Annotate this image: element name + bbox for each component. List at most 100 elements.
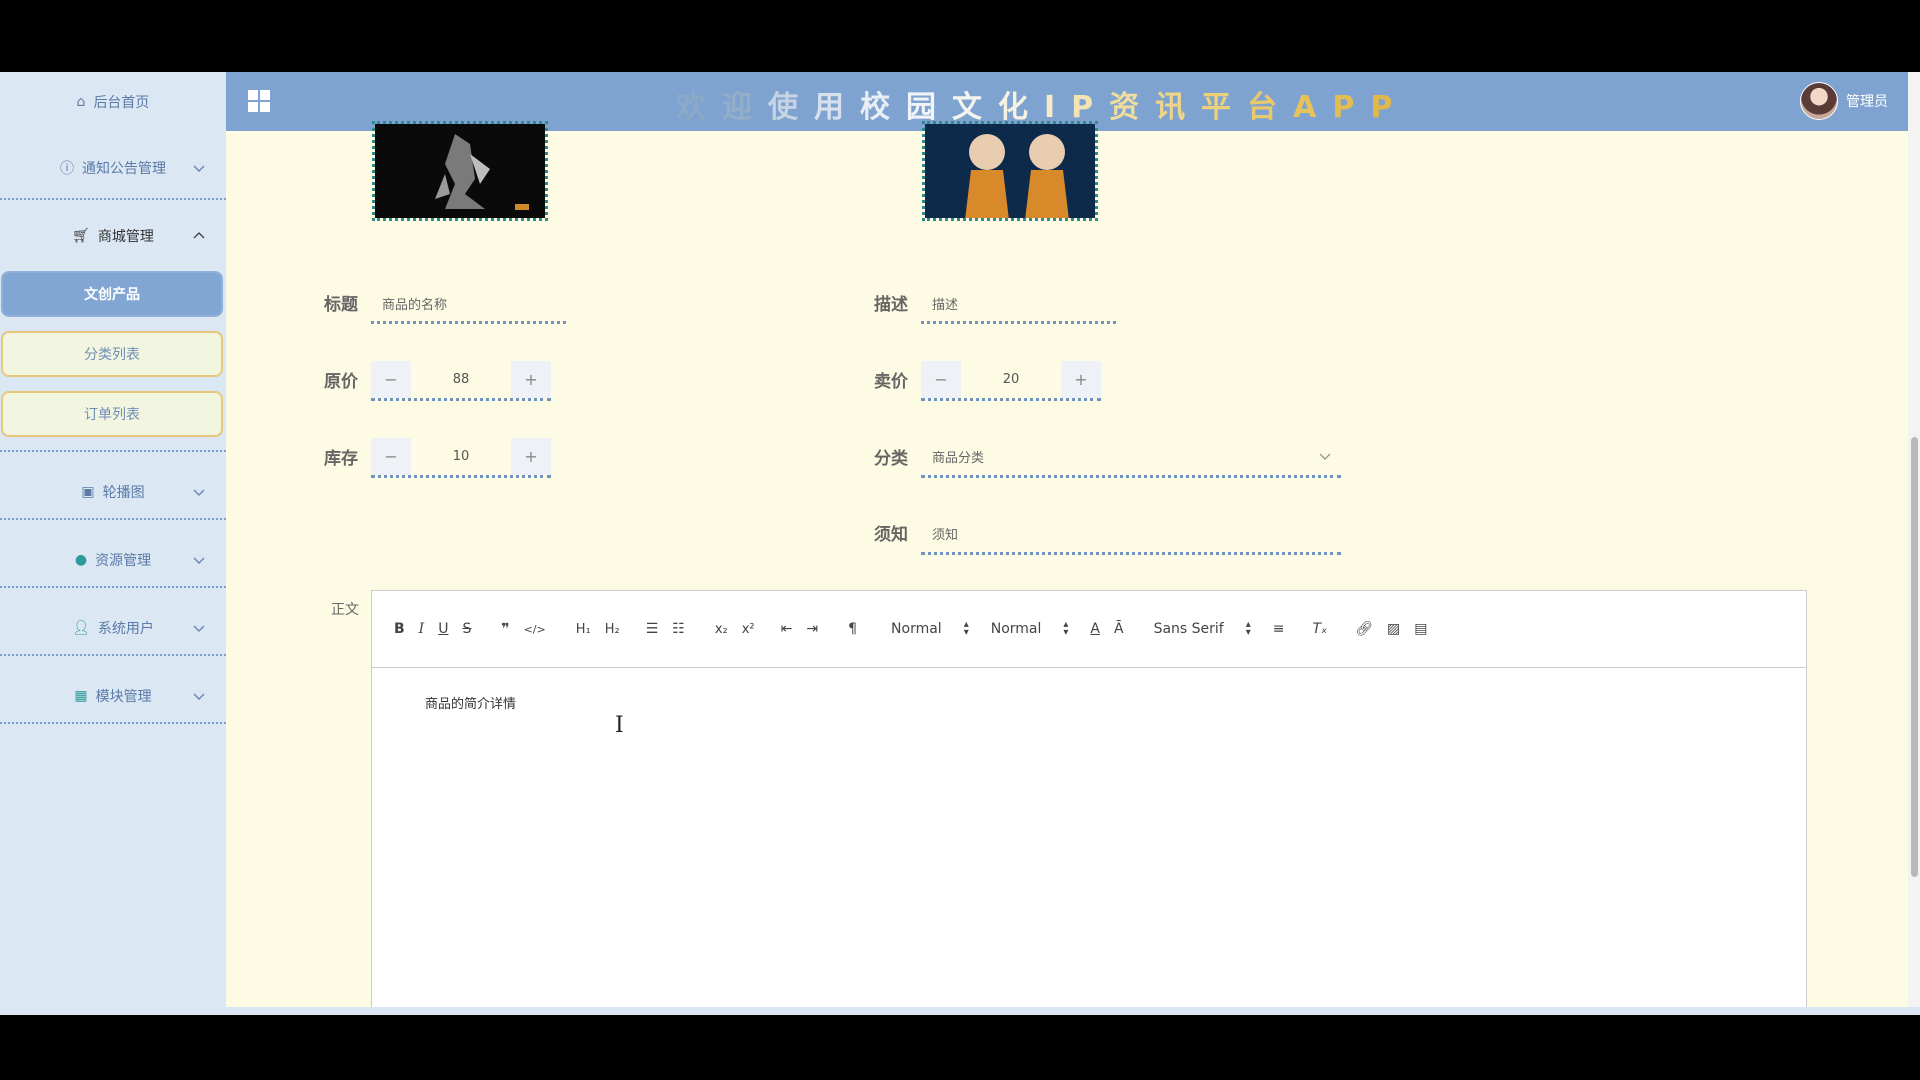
divider (0, 518, 226, 520)
avatar (1800, 82, 1838, 120)
blockquote-icon[interactable]: ❞ (501, 621, 509, 637)
product-image-upload[interactable] (372, 121, 548, 221)
title-char: P (1332, 90, 1357, 125)
size-select[interactable]: Normal ▴ ▾ (990, 620, 1069, 638)
h1-icon[interactable]: H₁ (576, 622, 591, 637)
title-char: 文 (952, 90, 984, 125)
sidebar-subitem-categories[interactable]: 分类列表 (1, 331, 223, 377)
sidebar-item-label: 商城管理 (97, 229, 154, 245)
sidebar-item-home[interactable]: ⌂ 后台首页 (0, 72, 226, 131)
title-char: 平 (1201, 90, 1234, 125)
strike-icon[interactable]: S (462, 621, 471, 637)
italic-icon[interactable]: I (419, 621, 425, 637)
stock-value[interactable]: 10 (411, 438, 511, 475)
decrement-button[interactable]: − (371, 438, 411, 475)
divider (0, 586, 226, 588)
sidebar-subitem-label: 订单列表 (84, 407, 140, 423)
link-icon[interactable]: 🔗︎ (1355, 621, 1373, 637)
figurine-image (925, 124, 1095, 218)
title-char: P (1370, 90, 1395, 125)
heading-select[interactable]: Normal ▴ ▾ (891, 620, 969, 638)
title-input[interactable]: 商品的名称 (371, 286, 566, 324)
sidebar-item-label: 轮播图 (102, 485, 145, 501)
title-char: 台 (1247, 90, 1280, 125)
sidebar-item-label: 模块管理 (95, 689, 152, 705)
sidebar-subitem-products[interactable]: 文创产品 (1, 271, 223, 317)
text-direction-icon[interactable]: ¶ (848, 621, 857, 637)
increment-button[interactable]: + (511, 361, 551, 398)
title-char: 化 (998, 90, 1030, 125)
font-color-icon[interactable]: A (1090, 621, 1100, 637)
decrement-button[interactable]: − (371, 361, 411, 398)
price-value[interactable]: 88 (411, 361, 511, 398)
sale-label: 卖价 (874, 372, 908, 392)
desc-input[interactable]: 描述 (921, 286, 1116, 324)
category-select[interactable]: 商品分类 (921, 438, 1341, 478)
divider (0, 722, 226, 724)
video-icon[interactable]: ▤ (1414, 621, 1427, 637)
h2-icon[interactable]: H₂ (605, 622, 620, 637)
align-icon[interactable]: ≡ (1273, 621, 1285, 637)
bullet-list-icon[interactable]: ☷ (672, 621, 685, 637)
user-name: 管理员 (1846, 94, 1888, 110)
bold-icon[interactable]: B (394, 621, 405, 637)
sale-value[interactable]: 20 (961, 361, 1061, 398)
category-label: 分类 (874, 449, 908, 469)
chevron-down-icon (193, 625, 205, 632)
desc-placeholder: 描述 (932, 298, 959, 313)
price-stepper[interactable]: − 88 + (371, 361, 551, 401)
sidebar: ⌂ 后台首页 ⓘ 通知公告管理 🛒︎ 商城管理 文创产品 分类列表 订单列表 ▣… (0, 72, 226, 1007)
sidebar-item-resources[interactable]: ● 资源管理 (0, 530, 226, 590)
grid-icon: ▦ (74, 688, 88, 704)
chevron-down-icon (193, 693, 205, 700)
clear-format-icon[interactable]: Tₓ (1313, 621, 1328, 637)
sidebar-item-carousel[interactable]: ▣ 轮播图 (0, 462, 226, 522)
bottom-strip (0, 1007, 1920, 1015)
sidebar-item-users[interactable]: 👤︎ 系统用户 (0, 598, 226, 658)
image-icon: ▣ (81, 484, 95, 500)
home-icon: ⌂ (76, 93, 86, 110)
editor-toolbar: B I U S ❞ </> H₁ H₂ ☰ ☷ x₂ x² ⇤ ⇥ ¶ Norm… (372, 591, 1806, 668)
background-color-icon[interactable]: Ā (1114, 621, 1124, 637)
font-family-select[interactable]: Sans Serif ▴ ▾ (1153, 619, 1251, 638)
font-select-value: Sans Serif (1153, 621, 1224, 637)
code-icon[interactable]: </> (524, 623, 546, 636)
updown-icon: ▴ ▾ (1245, 619, 1251, 638)
category-placeholder: 商品分类 (932, 451, 985, 466)
size-select-value: Normal (990, 621, 1042, 637)
scroll-thumb[interactable] (1911, 437, 1918, 877)
indent-icon[interactable]: ⇥ (806, 621, 818, 637)
sidebar-item-label: 资源管理 (95, 553, 152, 569)
increment-button[interactable]: + (511, 438, 551, 475)
sidebar-item-label: 后台首页 (93, 94, 150, 111)
superscript-icon[interactable]: x² (742, 622, 755, 637)
image-icon[interactable]: ▨ (1387, 621, 1400, 637)
title-char: 欢 (676, 90, 708, 125)
increment-button[interactable]: + (1061, 361, 1101, 398)
sale-stepper[interactable]: − 20 + (921, 361, 1101, 401)
chevron-down-icon (1319, 453, 1331, 460)
sidebar-subitem-orders[interactable]: 订单列表 (1, 391, 223, 437)
product-image-upload-2[interactable] (922, 121, 1098, 221)
notice-input[interactable]: 须知 (921, 515, 1341, 555)
title-char: A (1293, 90, 1319, 125)
ordered-list-icon[interactable]: ☰ (646, 621, 659, 637)
stock-stepper[interactable]: − 10 + (371, 438, 551, 478)
sidebar-item-label: 通知公告管理 (82, 161, 166, 177)
underline-icon[interactable]: U (438, 621, 448, 637)
menu-grid-icon[interactable] (248, 90, 270, 112)
user-menu[interactable]: 管理员 (1800, 82, 1888, 120)
text-cursor-icon: I (615, 713, 624, 738)
scrollbar[interactable] (1908, 72, 1920, 1007)
subscript-icon[interactable]: x₂ (715, 622, 728, 637)
sidebar-item-shop[interactable]: 🛒︎ 商城管理 (0, 206, 226, 266)
sidebar-item-notice[interactable]: ⓘ 通知公告管理 (0, 138, 226, 198)
sidebar-item-modules[interactable]: ▦ 模块管理 (0, 666, 226, 726)
sidebar-subitem-label: 分类列表 (84, 347, 140, 363)
outdent-icon[interactable]: ⇤ (781, 621, 793, 637)
editor-content[interactable]: 商品的简介详情 (372, 668, 1806, 737)
decrement-button[interactable]: − (921, 361, 961, 398)
chevron-down-icon (193, 165, 205, 172)
divider (0, 654, 226, 656)
title-char: 用 (814, 90, 846, 125)
